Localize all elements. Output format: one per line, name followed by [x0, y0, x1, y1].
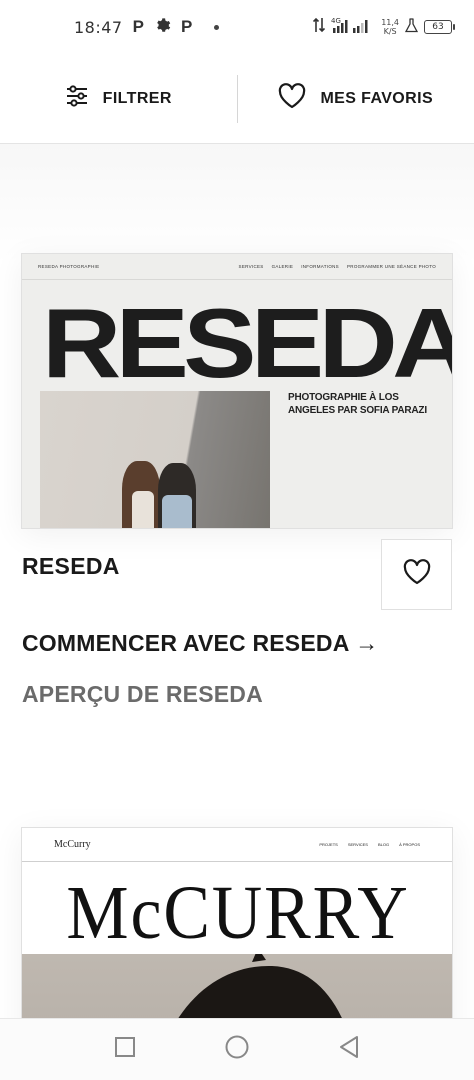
thumbnail-nav-link: INFORMATIONS — [301, 264, 339, 269]
thumbnail-brand: McCurry — [54, 839, 91, 850]
thumbnail-nav-link: PROJETS — [319, 842, 338, 847]
thumbnail-nav: RESEDA PHOTOGRAPHIE SERVICES GALERIE INF… — [22, 254, 452, 280]
thumbnail-brand: RESEDA PHOTOGRAPHIE — [38, 264, 100, 269]
template-title: RESEDA — [22, 553, 120, 579]
filter-bar: FILTRER MES FAVORIS — [0, 54, 474, 144]
person-figure — [162, 495, 192, 528]
filter-label: FILTRER — [102, 89, 172, 107]
person-figure — [132, 491, 154, 528]
network-speed-unit: K/S — [383, 27, 397, 36]
thumbnail-nav-link: SERVICES — [347, 842, 368, 847]
portrait-hair-shape — [178, 954, 342, 1018]
thumbnail-nav-link: PROGRAMMER UNE SÉANCE PHOTO — [346, 264, 436, 269]
notification-icons: P P — [133, 17, 220, 38]
thumbnail-headline: McCURRY — [66, 871, 410, 955]
sliders-icon — [65, 84, 89, 113]
preview-template-link[interactable]: APERÇU DE RESEDA — [22, 681, 263, 708]
filter-button[interactable]: FILTRER — [0, 54, 237, 143]
thumbnail-nav-link: GALERIE — [271, 264, 294, 269]
home-button[interactable] — [224, 1034, 250, 1065]
recent-apps-button[interactable] — [114, 1036, 136, 1063]
templates-list[interactable]: RESEDA PHOTOGRAPHIE SERVICES GALERIE INF… — [0, 144, 474, 1018]
thumbnail-nav-link: À PROPOS — [399, 842, 420, 847]
network-speed-value: 11,4 — [381, 18, 399, 27]
circle-icon — [225, 1035, 249, 1059]
heart-icon — [278, 83, 306, 114]
reseda-thumbnail[interactable]: RESEDA PHOTOGRAPHIE SERVICES GALERIE INF… — [21, 253, 453, 529]
add-favorite-button[interactable] — [381, 539, 452, 610]
thumbnail-photo — [40, 391, 270, 528]
mccurry-thumbnail[interactable]: McCurry PROJETS SERVICES BLOG À PROPOS M… — [21, 827, 453, 1018]
more-notifications-dot-icon — [214, 24, 220, 30]
settings-gear-icon — [154, 17, 171, 38]
data-transfer-icon — [313, 17, 326, 37]
start-with-template-link[interactable]: COMMENCER AVEC RESEDA → — [22, 630, 378, 657]
thumbnail-caption: PHOTOGRAPHIE À LOS ANGELES PAR SOFIA PAR… — [288, 392, 427, 416]
parking-app-icon: P — [180, 17, 193, 36]
favorites-label: MES FAVORIS — [320, 89, 434, 107]
thumbnail-nav-links: SERVICES GALERIE INFORMATIONS PROGRAMMER… — [239, 264, 436, 269]
thumbnail-nav-link: BLOG — [377, 842, 390, 847]
status-time: 18:47 — [74, 17, 123, 37]
system-navigation-bar — [0, 1018, 474, 1080]
thumbnail-nav-links: PROJETS SERVICES BLOG À PROPOS — [319, 842, 420, 847]
network-type-label: 4G — [331, 17, 341, 25]
thumbnail-photo — [22, 954, 452, 1018]
status-bar: 18:47 P P 4G 11,4 K/S 63 — [0, 0, 474, 54]
thumbnail-nav-link: SERVICES — [238, 264, 264, 269]
thumbnail-nav: McCurry PROJETS SERVICES BLOG À PROPOS — [22, 828, 452, 862]
back-button[interactable] — [338, 1035, 360, 1064]
parking-app-icon: P — [132, 17, 144, 36]
signal-icon: 4G — [331, 16, 375, 38]
square-icon — [115, 1037, 135, 1057]
system-icons: 4G 11,4 K/S 63 — [313, 16, 455, 38]
triangle-back-icon — [340, 1036, 358, 1058]
heart-icon — [403, 559, 431, 590]
network-speed: 11,4 K/S — [381, 18, 399, 36]
thumbnail-headline: RESEDA — [42, 288, 453, 398]
favorites-button[interactable]: MES FAVORIS — [238, 54, 474, 143]
battery-icon: 63 — [424, 20, 455, 34]
flask-icon — [404, 17, 419, 37]
